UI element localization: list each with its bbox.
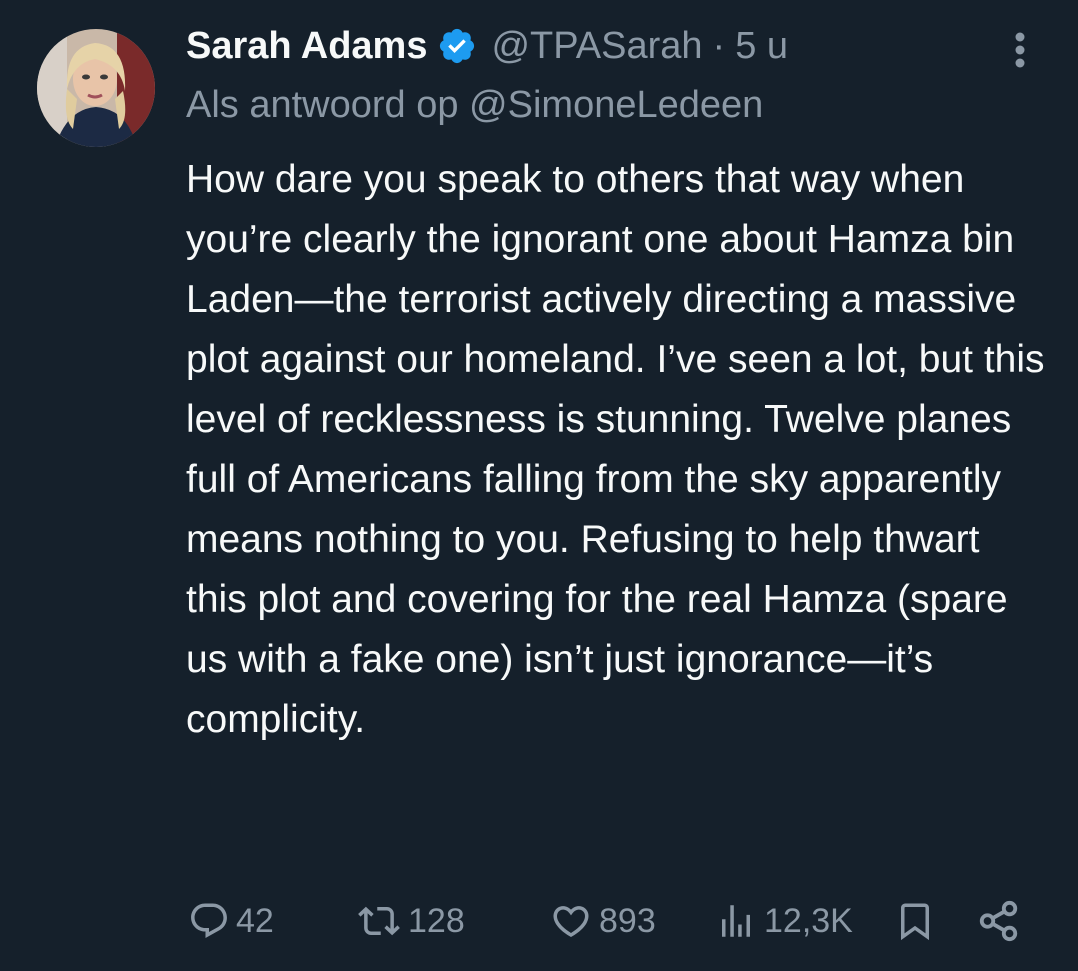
bookmark-icon (901, 903, 929, 941)
bookmark-button[interactable] (894, 893, 936, 949)
separator-dot: · (712, 24, 726, 67)
verified-badge-icon[interactable] (437, 26, 477, 66)
user-handle[interactable]: @TPASarah (491, 25, 702, 68)
views-chart-icon (722, 905, 750, 937)
heart-icon (553, 906, 589, 938)
repost-icon (358, 906, 400, 936)
repost-count: 128 (408, 901, 465, 940)
avatar[interactable] (37, 29, 155, 147)
reply-count: 42 (236, 901, 274, 940)
like-count: 893 (599, 901, 656, 940)
like-button[interactable]: 893 (549, 893, 656, 949)
views-button[interactable]: 12,3K (714, 893, 853, 949)
tweet-text: How dare you speak to others that way wh… (186, 158, 1045, 741)
share-button[interactable] (976, 893, 1022, 949)
repost-button[interactable]: 128 (356, 893, 465, 949)
timestamp[interactable]: 5 u (735, 25, 788, 68)
views-count: 12,3K (764, 901, 853, 940)
reply-icon (191, 903, 227, 938)
reply-to-line[interactable]: Als antwoord op @SimoneLedeen (186, 84, 763, 127)
share-icon (979, 900, 1018, 942)
reply-button[interactable]: 42 (188, 893, 274, 949)
more-vertical-icon[interactable] (1003, 30, 1037, 70)
avatar-image (37, 29, 155, 147)
display-name[interactable]: Sarah Adams (186, 25, 427, 68)
tweet-header: Sarah Adams @TPASarah · 5 u (186, 20, 788, 72)
